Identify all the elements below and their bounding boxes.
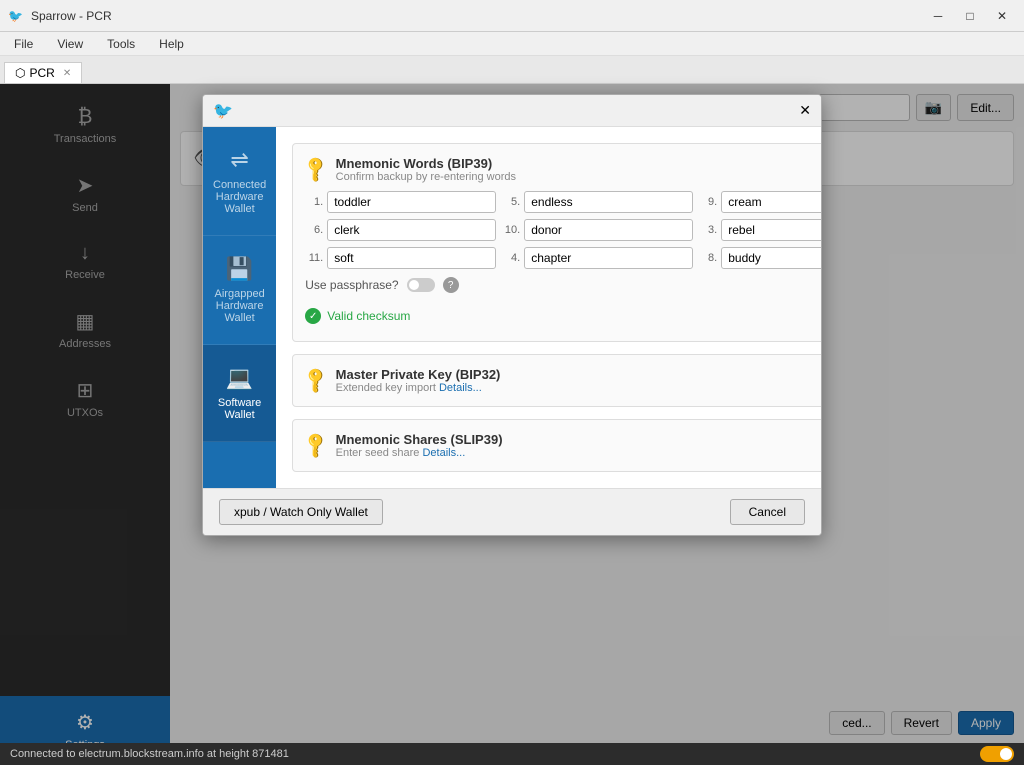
mnemonic-shares-title: Mnemonic Shares (SLIP39) [336, 432, 822, 447]
title-bar-left: 🐦 Sparrow - PCR [8, 9, 112, 23]
tab-bar: ⬡ PCR ✕ [0, 56, 1024, 84]
word-input-9[interactable] [721, 191, 822, 213]
dialog-nav-connected-hardware-label: Connected Hardware Wallet [213, 179, 266, 215]
word-num-9: 9. [699, 196, 717, 208]
word-cell-8: 8. [699, 247, 822, 269]
word-num-3: 3. [699, 224, 717, 236]
checkmark-icon: ✓ [305, 308, 321, 324]
word-cell-3: 3. [699, 219, 822, 241]
word-input-11[interactable] [327, 247, 496, 269]
dialog-nav-connected-hardware[interactable]: ⇌ Connected Hardware Wallet [203, 127, 276, 236]
word-cell-4: 4. [502, 247, 693, 269]
mnemonic-section-header: 🔑 Mnemonic Words (BIP39) Confirm backup … [305, 156, 822, 183]
cancel-button[interactable]: Cancel [730, 499, 805, 525]
word-cell-10: 10. [502, 219, 693, 241]
status-toggle[interactable] [980, 746, 1014, 762]
key-icon-shares: 🔑 [301, 430, 332, 461]
dialog-footer: xpub / Watch Only Wallet Cancel [203, 488, 821, 535]
master-key-title: Master Private Key (BIP32) [336, 367, 822, 382]
airgapped-hardware-icon: 💾 [226, 256, 253, 282]
word-input-1[interactable] [327, 191, 496, 213]
dialog-right-panel: 🔑 Mnemonic Words (BIP39) Confirm backup … [276, 127, 822, 488]
word-cell-9: 9. [699, 191, 822, 213]
maximize-button[interactable]: □ [956, 6, 984, 26]
menu-bar: File View Tools Help [0, 32, 1024, 56]
master-key-header: 🔑 Master Private Key (BIP32) Extended ke… [305, 367, 822, 394]
tab-label: PCR [29, 66, 54, 80]
word-cell-11: 11. [305, 247, 496, 269]
dialog-nav-software-wallet-label: Software Wallet [213, 397, 266, 421]
word-num-8: 8. [699, 252, 717, 264]
window-title: Sparrow - PCR [31, 9, 112, 23]
key-icon-master: 🔑 [301, 365, 332, 396]
close-button[interactable]: ✕ [988, 6, 1016, 26]
word-grid: 1. 5. 9. 2. [305, 191, 822, 269]
word-input-10[interactable] [524, 219, 693, 241]
dialog-body: ⇌ Connected Hardware Wallet 💾 Airgapped … [203, 127, 821, 488]
mnemonic-subtitle: Confirm backup by re-entering words [336, 171, 822, 183]
dialog-left-nav: ⇌ Connected Hardware Wallet 💾 Airgapped … [203, 127, 276, 488]
app-icon: 🐦 [8, 9, 23, 23]
master-key-details-link[interactable]: Details... [439, 382, 482, 394]
word-cell-1: 1. [305, 191, 496, 213]
master-key-section: 🔑 Master Private Key (BIP32) Extended ke… [292, 354, 822, 407]
dialog-nav-airgapped-hardware[interactable]: 💾 Airgapped Hardware Wallet [203, 236, 276, 345]
minimize-button[interactable]: ─ [924, 6, 952, 26]
dialog-nav-airgapped-hardware-label: Airgapped Hardware Wallet [213, 288, 266, 324]
mnemonic-status-row: ✓ Valid checksum Back Create Keystore [305, 303, 822, 329]
word-num-11: 11. [305, 252, 323, 264]
dialog-close-button[interactable]: ✕ [799, 102, 811, 119]
word-input-8[interactable] [721, 247, 822, 269]
word-input-6[interactable] [327, 219, 496, 241]
word-num-10: 10. [502, 224, 520, 236]
software-wallet-icon: 💻 [226, 365, 253, 391]
modal-overlay: 🐦 ✕ ⇌ Connected Hardware Wallet 💾 Airgap… [0, 84, 1024, 743]
tab-icon: ⬡ [15, 66, 25, 80]
word-input-4[interactable] [524, 247, 693, 269]
valid-checksum: ✓ Valid checksum [305, 308, 410, 324]
valid-checksum-label: Valid checksum [327, 309, 410, 323]
word-cell-5: 5. [502, 191, 693, 213]
title-bar: 🐦 Sparrow - PCR ─ □ ✕ [0, 0, 1024, 32]
passphrase-row: Use passphrase? ? [305, 277, 822, 293]
status-text: Connected to electrum.blockstream.info a… [10, 748, 289, 760]
connected-hardware-icon: ⇌ [230, 147, 248, 173]
mnemonic-shares-header: 🔑 Mnemonic Shares (SLIP39) Enter seed sh… [305, 432, 822, 459]
xpub-watch-only-button[interactable]: xpub / Watch Only Wallet [219, 499, 383, 525]
word-num-1: 1. [305, 196, 323, 208]
master-key-subtitle: Extended key import Details... [336, 382, 822, 394]
shares-details-link[interactable]: Details... [422, 447, 465, 459]
menu-help[interactable]: Help [149, 35, 194, 53]
menu-view[interactable]: View [47, 35, 93, 53]
mnemonic-section: 🔑 Mnemonic Words (BIP39) Confirm backup … [292, 143, 822, 342]
menu-file[interactable]: File [4, 35, 43, 53]
word-num-4: 4. [502, 252, 520, 264]
mnemonic-title: Mnemonic Words (BIP39) [336, 156, 822, 171]
word-cell-6: 6. [305, 219, 496, 241]
dialog: 🐦 ✕ ⇌ Connected Hardware Wallet 💾 Airgap… [202, 94, 822, 536]
tab-close-icon[interactable]: ✕ [63, 68, 71, 79]
dialog-title-icon: 🐦 [213, 101, 233, 121]
mnemonic-shares-section: 🔑 Mnemonic Shares (SLIP39) Enter seed sh… [292, 419, 822, 472]
help-icon[interactable]: ? [443, 277, 459, 293]
mnemonic-shares-title-group: Mnemonic Shares (SLIP39) Enter seed shar… [336, 432, 822, 459]
passphrase-toggle[interactable] [407, 278, 435, 292]
word-num-5: 5. [502, 196, 520, 208]
key-icon-mnemonic: 🔑 [301, 154, 332, 185]
status-bar: Connected to electrum.blockstream.info a… [0, 743, 1024, 765]
dialog-nav-software-wallet[interactable]: 💻 Software Wallet [203, 345, 276, 442]
menu-tools[interactable]: Tools [97, 35, 145, 53]
passphrase-label: Use passphrase? [305, 278, 398, 292]
word-num-6: 6. [305, 224, 323, 236]
tab-pcr[interactable]: ⬡ PCR ✕ [4, 62, 82, 83]
master-key-title-group: Master Private Key (BIP32) Extended key … [336, 367, 822, 394]
mnemonic-title-group: Mnemonic Words (BIP39) Confirm backup by… [336, 156, 822, 183]
dialog-titlebar: 🐦 ✕ [203, 95, 821, 127]
word-input-3[interactable] [721, 219, 822, 241]
mnemonic-shares-subtitle: Enter seed share Details... [336, 447, 822, 459]
title-bar-controls: ─ □ ✕ [924, 6, 1016, 26]
word-input-5[interactable] [524, 191, 693, 213]
